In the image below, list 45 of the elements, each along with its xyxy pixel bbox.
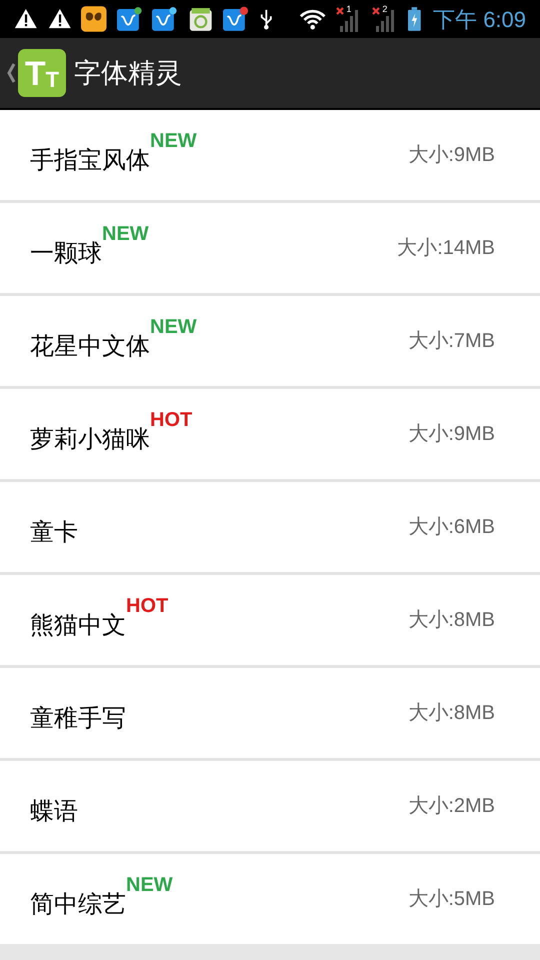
sim-number: 1 [346, 3, 352, 16]
file-size: 大小:5MB [408, 887, 495, 912]
font-name: 熊猫中文 [30, 611, 126, 641]
battery-icon [408, 6, 422, 32]
font-list-item[interactable]: 手指宝风体 NEW 大小:9MB [0, 110, 540, 200]
badge-label: NEW [126, 875, 173, 895]
wifi-icon [299, 7, 326, 31]
file-size: 大小:9MB [408, 422, 495, 447]
file-size: 大小:14MB [397, 236, 495, 261]
file-size: 大小:9MB [408, 143, 495, 168]
font-name: 童稚手写 [30, 704, 126, 734]
badge-label: NEW [150, 131, 197, 151]
file-size: 大小:7MB [408, 329, 495, 354]
clock: 下午 6:09 [433, 6, 526, 34]
font-list-item[interactable]: 蝶语 大小:2MB [0, 761, 540, 851]
app-icon [152, 5, 178, 33]
sim-number: 2 [382, 3, 388, 16]
badge-label: NEW [150, 317, 197, 337]
font-name: 蝶语 [30, 797, 78, 827]
back-chevron-icon [6, 61, 16, 85]
app-logo: TT [18, 49, 66, 97]
file-size: 大小:2MB [408, 794, 495, 819]
badge-label: HOT [150, 410, 192, 430]
font-name: 一颗球 [30, 239, 102, 269]
badge-label: HOT [126, 596, 168, 616]
badge-label: NEW [102, 224, 149, 244]
font-name: 简中综艺 [30, 890, 126, 920]
font-list-item[interactable]: 萝莉小猫咪 HOT 大小:9MB [0, 389, 540, 479]
file-size: 大小:6MB [408, 515, 495, 540]
font-list-item[interactable]: 一颗球 NEW 大小:14MB [0, 203, 540, 293]
app-title: 字体精灵 [74, 56, 182, 90]
font-name: 童卡 [30, 518, 78, 548]
app-icon [116, 5, 142, 33]
font-name: 萝莉小猫咪 [30, 425, 150, 455]
font-name: 花星中文体 [30, 332, 150, 362]
file-size: 大小:8MB [408, 608, 495, 633]
font-list-item[interactable]: 简中综艺 NEW 大小:5MB [0, 854, 540, 944]
usb-icon [258, 7, 274, 31]
font-list-item[interactable]: 童卡 大小:6MB [0, 482, 540, 572]
font-list-item[interactable]: 花星中文体 NEW 大小:7MB [0, 296, 540, 386]
font-list-item[interactable]: 熊猫中文 HOT 大小:8MB [0, 575, 540, 665]
font-list-item[interactable]: 童稚手写 大小:8MB [0, 668, 540, 758]
file-size: 大小:8MB [408, 701, 495, 726]
font-name: 手指宝风体 [30, 146, 150, 176]
app-icon [223, 5, 249, 33]
